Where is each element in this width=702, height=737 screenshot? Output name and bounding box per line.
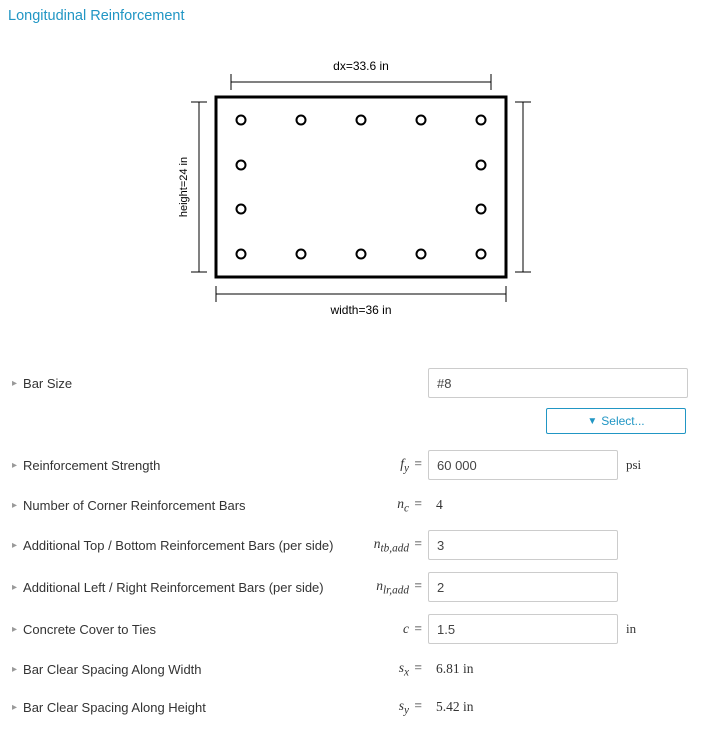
chevron-right-icon: ▸ [12, 460, 17, 471]
nlr-input[interactable] [428, 572, 618, 602]
chevron-right-icon: ▸ [12, 582, 17, 593]
chevron-right-icon: ▸ [12, 378, 17, 389]
nc-symbol: nc = [358, 496, 428, 515]
corner-bars-label: Number of Corner Reinforcement Bars [23, 498, 246, 513]
width-label: width=36 in [329, 303, 391, 317]
filter-icon: ▼ [587, 416, 597, 427]
cover-input[interactable] [428, 614, 618, 644]
cover-unit: in [618, 621, 678, 637]
sy-value: 5.42 in [428, 699, 474, 715]
sy-symbol: sy = [358, 698, 428, 717]
chevron-right-icon: ▸ [12, 540, 17, 551]
add-lr-label: Additional Left / Right Reinforcement Ba… [23, 580, 324, 595]
cover-label: Concrete Cover to Ties [23, 622, 156, 637]
c-symbol: c = [358, 621, 428, 637]
ntb-input[interactable] [428, 530, 618, 560]
chevron-right-icon: ▸ [12, 702, 17, 713]
section-title: Longitudinal Reinforcement [8, 8, 694, 24]
diagram-svg: dx=33.6 in height=24 in dy=21.6 in [171, 42, 531, 322]
select-button-label: Select... [601, 414, 644, 428]
rebar-group [237, 116, 486, 259]
dx-label: dx=33.6 in [333, 59, 389, 73]
chevron-right-icon: ▸ [12, 664, 17, 675]
sy-label: Bar Clear Spacing Along Height [23, 700, 206, 715]
bar-size-input[interactable] [428, 368, 688, 398]
reinforcement-strength-label: Reinforcement Strength [23, 458, 160, 473]
sx-value: 6.81 in [428, 661, 474, 677]
chevron-right-icon: ▸ [12, 500, 17, 511]
bar-size-label: Bar Size [23, 376, 72, 391]
nc-value: 4 [428, 497, 443, 513]
bar-size-select-button[interactable]: ▼ Select... [546, 408, 686, 434]
fy-symbol: fy = [358, 456, 428, 475]
sx-label: Bar Clear Spacing Along Width [23, 662, 201, 677]
chevron-right-icon: ▸ [12, 624, 17, 635]
nlr-symbol: nlr,add = [358, 578, 428, 597]
height-label: height=24 in [178, 157, 190, 217]
cross-section-diagram: dx=33.6 in height=24 in dy=21.6 in [8, 42, 694, 322]
sx-symbol: sx = [358, 660, 428, 679]
add-tb-label: Additional Top / Bottom Reinforcement Ba… [23, 538, 333, 553]
fy-unit: psi [618, 457, 678, 473]
ntb-symbol: ntb,add = [358, 536, 428, 555]
fy-input[interactable] [428, 450, 618, 480]
